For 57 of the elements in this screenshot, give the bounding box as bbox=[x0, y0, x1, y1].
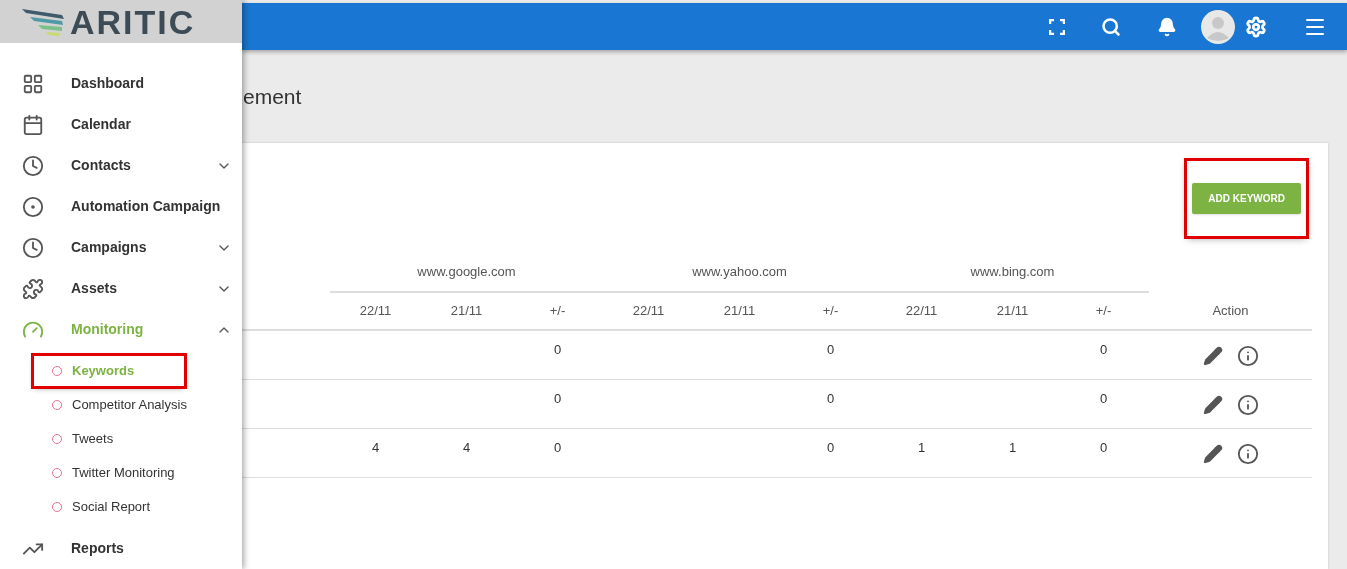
submenu-item[interactable]: Twitter Monitoring bbox=[34, 458, 225, 488]
submenu-item[interactable]: Tweets bbox=[34, 424, 164, 454]
column-header: 22/11 bbox=[359, 302, 392, 321]
table-cell-text: 0 bbox=[1099, 439, 1108, 458]
logo-wing-icon bbox=[22, 6, 66, 37]
calendar-icon bbox=[22, 113, 44, 136]
edit-icon[interactable] bbox=[1202, 444, 1223, 464]
avatar[interactable] bbox=[1201, 9, 1235, 44]
column-group-header: www.google.com bbox=[417, 263, 516, 282]
puzzle-icon bbox=[22, 277, 44, 300]
table-cell-text: 0 bbox=[826, 439, 835, 458]
table-cell-text: 0 bbox=[553, 341, 562, 360]
info-icon[interactable] bbox=[1236, 443, 1259, 465]
table-cell-text: 0 bbox=[1099, 390, 1108, 409]
sidebar-item[interactable]: Dashboard bbox=[0, 63, 242, 104]
grid-icon bbox=[22, 72, 44, 95]
column-header: 21/11 bbox=[996, 302, 1029, 321]
clock-icon bbox=[22, 236, 44, 259]
edit-icon[interactable] bbox=[1202, 395, 1223, 415]
sidebar-item[interactable]: Assets bbox=[0, 268, 242, 309]
search-icon[interactable] bbox=[1101, 16, 1121, 37]
settings-icon[interactable] bbox=[1245, 15, 1267, 38]
table-cell-text: 4 bbox=[462, 439, 471, 458]
page-title: ement bbox=[242, 83, 302, 110]
table-cell-text: 0 bbox=[826, 390, 835, 409]
table-cell-text: 0 bbox=[553, 439, 562, 458]
sidebar-item[interactable]: Reports bbox=[0, 528, 242, 569]
clock-icon bbox=[22, 154, 44, 177]
column-group-header: www.bing.com bbox=[970, 263, 1055, 282]
submenu-item[interactable]: Competitor Analysis bbox=[34, 390, 237, 420]
table-cell-text: 0 bbox=[826, 341, 835, 360]
table-cell-text: 4 bbox=[371, 439, 380, 458]
info-icon[interactable] bbox=[1236, 394, 1259, 416]
target-icon bbox=[22, 195, 44, 218]
sidebar-item[interactable]: Calendar bbox=[0, 104, 242, 145]
table-cell-text: 1 bbox=[917, 439, 926, 458]
logo-text: ARITIC bbox=[70, 4, 196, 39]
sidebar-item[interactable]: Campaigns bbox=[0, 227, 242, 268]
column-header: 21/11 bbox=[723, 302, 756, 321]
column-header: +/- bbox=[549, 302, 566, 321]
column-header: 21/11 bbox=[450, 302, 483, 321]
fullscreen-icon[interactable] bbox=[1049, 18, 1065, 35]
sidebar-item[interactable]: Automation Campaign bbox=[0, 186, 242, 227]
column-header: +/- bbox=[1095, 302, 1112, 321]
column-group-header: www.yahoo.com bbox=[692, 263, 787, 282]
table-cell-text: 1 bbox=[1008, 439, 1017, 458]
table-cell-text: 0 bbox=[553, 390, 562, 409]
bell-icon[interactable] bbox=[1157, 16, 1177, 37]
sidebar-item[interactable]: Contacts bbox=[0, 145, 242, 186]
table-cell-text: 0 bbox=[1099, 341, 1108, 360]
edit-icon[interactable] bbox=[1202, 346, 1223, 366]
column-header: 22/11 bbox=[632, 302, 665, 321]
column-header: Action bbox=[1212, 302, 1249, 321]
column-header: 22/11 bbox=[905, 302, 938, 321]
column-header: +/- bbox=[822, 302, 839, 321]
info-icon[interactable] bbox=[1236, 345, 1259, 367]
submenu-item[interactable]: Social Report bbox=[34, 492, 201, 522]
